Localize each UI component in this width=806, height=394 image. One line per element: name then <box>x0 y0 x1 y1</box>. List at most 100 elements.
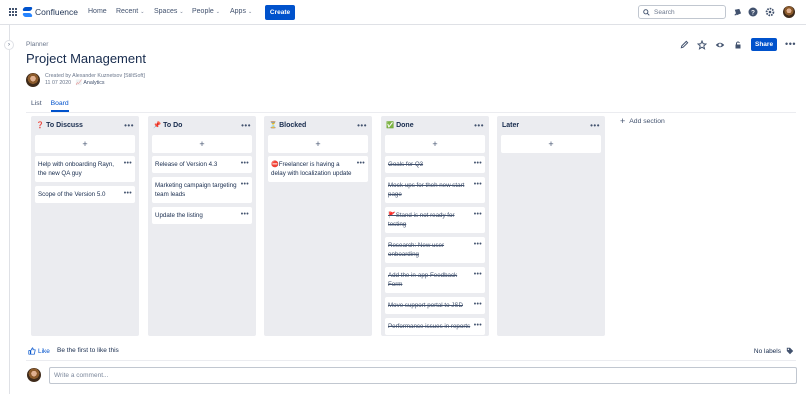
card-list: Release of Version 4.3 ••• Marketing campa… <box>152 156 252 224</box>
app-switcher-icon[interactable] <box>9 8 17 16</box>
star-icon[interactable] <box>697 39 708 50</box>
search-placeholder: Search <box>654 8 675 16</box>
create-button[interactable]: Create <box>265 5 295 20</box>
board-card[interactable]: Move support portal to JSD ••• <box>385 297 485 314</box>
watch-icon[interactable] <box>715 40 725 50</box>
card-title: Marketing campaign targeting team leads <box>155 182 237 198</box>
card-more-icon[interactable]: ••• <box>357 159 365 168</box>
analytics-label: Analytics <box>83 80 105 86</box>
board-card[interactable]: Help with onboarding Rayn, the new QA gu… <box>35 156 135 182</box>
profile-avatar[interactable] <box>783 6 795 18</box>
card-more-icon[interactable]: ••• <box>474 240 482 249</box>
like-button[interactable]: Like <box>28 347 50 355</box>
column-more-icon[interactable]: ••• <box>124 121 134 130</box>
board-card[interactable]: Mock-ups for theh new start page ••• <box>385 177 485 203</box>
page-title: Project Management <box>26 51 146 66</box>
card-title: Scope of the Version 5.0 <box>38 191 106 198</box>
tag-icon[interactable] <box>786 347 794 355</box>
add-card-button[interactable]: + <box>35 135 135 153</box>
breadcrumb[interactable]: Planner <box>26 41 48 48</box>
card-more-icon[interactable]: ••• <box>241 210 249 219</box>
column-more-icon[interactable]: ••• <box>590 121 600 130</box>
chevron-right-icon: › <box>8 42 10 48</box>
tab-list[interactable]: List <box>31 100 42 112</box>
card-title: Add the in-app Feedback Form <box>388 272 458 288</box>
analytics-icon: 📈 <box>75 80 83 86</box>
column-title[interactable]: Later <box>502 122 519 129</box>
search-input[interactable]: Search <box>638 5 726 19</box>
tab-board[interactable]: Board <box>50 100 69 112</box>
column-title[interactable]: 📌 To Do <box>153 121 182 130</box>
nav-people-label: People <box>192 8 214 15</box>
add-section-label: Add section <box>629 118 665 125</box>
thumbs-up-icon <box>28 347 36 355</box>
card-more-icon[interactable]: ••• <box>474 210 482 219</box>
column-more-icon[interactable]: ••• <box>241 121 251 130</box>
comment-input[interactable]: Write a comment... <box>49 367 797 384</box>
card-more-icon[interactable]: ••• <box>241 180 249 189</box>
author-line[interactable]: Created by Alexander Kuznetsov [StiltSof… <box>45 73 145 80</box>
comment-placeholder: Write a comment... <box>54 372 109 379</box>
board-card[interactable]: Scope of the Version 5.0 ••• <box>35 186 135 203</box>
chevron-down-icon: ⌄ <box>247 9 253 15</box>
column-header: ⏳ Blocked ••• <box>269 120 367 130</box>
add-section-button[interactable]: + Add section <box>620 116 665 126</box>
expand-sidebar-button[interactable]: › <box>4 40 14 50</box>
column-more-icon[interactable]: ••• <box>474 121 484 130</box>
column-more-icon[interactable]: ••• <box>357 121 367 130</box>
nav-spaces[interactable]: Spaces ⌄ <box>154 8 184 15</box>
add-card-button[interactable]: + <box>152 135 252 153</box>
card-more-icon[interactable]: ••• <box>124 159 132 168</box>
nav-recent[interactable]: Recent ⌄ <box>116 8 144 15</box>
tabs-divider <box>26 112 796 113</box>
board-card[interactable]: Marketing campaign targeting team leads •… <box>152 177 252 203</box>
author-avatar[interactable] <box>26 73 40 87</box>
board-column: 📌 To Do ••• + Release of Version 4.3 ••• Marke… <box>148 116 256 336</box>
card-more-icon[interactable]: ••• <box>124 189 132 198</box>
card-more-icon[interactable]: ••• <box>474 321 482 330</box>
settings-icon[interactable] <box>765 7 775 17</box>
board-card[interactable]: Research: New user onboarding ••• <box>385 237 485 263</box>
board-column: ⏳ Blocked ••• + ⛔Freelancer is having a dela… <box>264 116 372 336</box>
analytics-link[interactable]: 📈 Analytics <box>73 80 105 86</box>
card-more-icon[interactable]: ••• <box>241 159 249 168</box>
add-card-button[interactable]: + <box>268 135 368 153</box>
edit-icon[interactable] <box>679 40 689 50</box>
add-card-button[interactable]: + <box>385 135 485 153</box>
page-date: 11 07 2020 <box>45 80 72 86</box>
notifications-icon[interactable] <box>732 7 742 17</box>
card-more-icon[interactable]: ••• <box>474 270 482 279</box>
help-icon[interactable]: ? <box>748 7 758 17</box>
add-card-button[interactable]: + <box>501 135 601 153</box>
more-actions-icon[interactable]: ••• <box>785 40 796 49</box>
board-card[interactable]: Goals for Q3 ••• <box>385 156 485 173</box>
nav-home[interactable]: Home <box>88 8 107 15</box>
confluence-logo-icon <box>23 7 32 17</box>
board-card[interactable]: Release of Version 4.3 ••• <box>152 156 252 173</box>
byline: Created by Alexander Kuznetsov [StiltSof… <box>26 73 145 87</box>
column-header: 📌 To Do ••• <box>153 120 251 130</box>
restrictions-icon[interactable] <box>733 40 743 50</box>
board-card[interactable]: ⛔Freelancer is having a delay with local… <box>268 156 368 182</box>
board-card[interactable]: Add the in-app Feedback Form ••• <box>385 267 485 293</box>
card-title: ⛔Freelancer is having a delay with local… <box>271 161 352 177</box>
card-title: 🚩Stand is not ready for testing <box>388 212 455 228</box>
confluence-logo[interactable]: Confluence <box>23 7 78 17</box>
like-label: Like <box>38 347 50 355</box>
card-more-icon[interactable]: ••• <box>474 180 482 189</box>
board-card[interactable]: Update the listing ••• <box>152 207 252 224</box>
board-card[interactable]: Performance issues in reports ••• <box>385 318 485 335</box>
column-title[interactable]: ⏳ Blocked <box>269 121 306 130</box>
column-title[interactable]: ❓ To Discuss <box>36 121 83 130</box>
nav-apps[interactable]: Apps ⌄ <box>230 8 252 15</box>
board-card[interactable]: 🚩Stand is not ready for testing ••• <box>385 207 485 233</box>
column-title[interactable]: ✅ Done <box>386 121 414 130</box>
nav-people[interactable]: People ⌄ <box>192 8 220 15</box>
card-more-icon[interactable]: ••• <box>474 300 482 309</box>
card-more-icon[interactable]: ••• <box>474 159 482 168</box>
card-title: Performance issues in reports <box>388 323 471 330</box>
share-button[interactable]: Share <box>751 38 778 51</box>
commenter-avatar <box>27 368 41 382</box>
column-title-text: Done <box>396 121 414 129</box>
plus-icon: + <box>620 116 626 126</box>
